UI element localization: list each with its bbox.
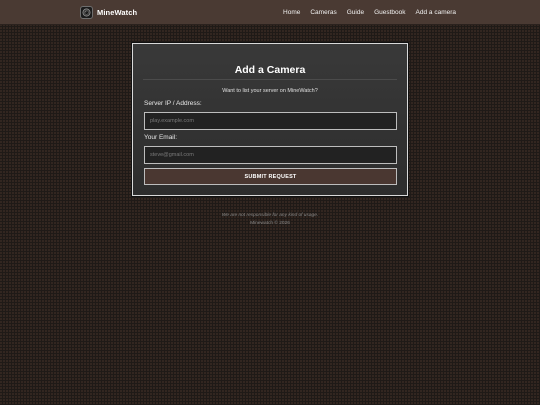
footer-copyright: Minewatch © 2026: [250, 221, 290, 226]
top-navbar: MineWatch Home Cameras Guide Guestbook A…: [0, 0, 540, 25]
brand-name: MineWatch: [97, 8, 138, 17]
submit-request-button[interactable]: SUBMIT REQUEST: [144, 168, 397, 185]
footer-disclaimer: We are not responsible for any kind of u…: [221, 213, 319, 218]
form-title: Add a Camera: [234, 64, 306, 76]
nav-links: Home Cameras Guide Guestbook Add a camer…: [273, 0, 456, 25]
nav-guestbook-link[interactable]: Guestbook: [374, 9, 405, 16]
brand-link[interactable]: MineWatch: [80, 5, 137, 20]
email-input[interactable]: [144, 146, 397, 164]
nav-guide-link[interactable]: Guide: [347, 9, 364, 16]
nav-cameras-link[interactable]: Cameras: [310, 9, 336, 16]
nav-home-link[interactable]: Home: [283, 9, 300, 16]
page-footer: We are not responsible for any kind of u…: [0, 212, 540, 228]
nav-add-camera-link[interactable]: Add a camera: [416, 9, 456, 16]
server-address-label: Server IP / Address:: [144, 100, 202, 107]
form-subtitle: Want to list your server on MineWatch?: [222, 88, 318, 94]
server-address-input[interactable]: [144, 112, 397, 130]
camera-lens-icon: [80, 6, 93, 19]
add-camera-form-card: Add a Camera Want to list your server on…: [132, 43, 408, 196]
title-divider: [143, 79, 397, 80]
email-label: Your Email:: [144, 134, 177, 141]
